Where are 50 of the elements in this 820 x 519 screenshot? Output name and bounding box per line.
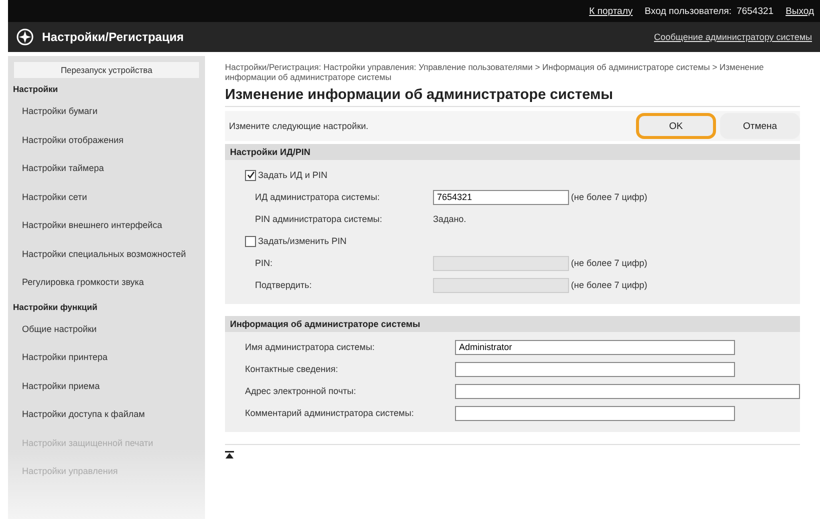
sidebar-item[interactable]: Настройки сети <box>8 184 205 212</box>
field-hint: (не более 7 цифр) <box>571 192 648 202</box>
breadcrumb: Настройки/Регистрация: Настройки управления: Управление пользователями > Информация об администраторе системы > Изменение информации об администраторе системы <box>225 62 765 82</box>
sidebar-item[interactable]: Настройки специальных возможностей <box>8 240 205 269</box>
restart-button[interactable]: Перезапуск устройства <box>14 62 199 78</box>
logo-icon <box>16 28 34 46</box>
sidebar-item[interactable]: Настройки приема <box>8 372 205 401</box>
sidebar-item[interactable]: Регулировка громкости звука <box>8 269 205 298</box>
sidebar-item[interactable]: Настройки принтера <box>8 344 205 372</box>
app-title: Настройки/Регистрация <box>42 30 185 44</box>
admin-message-link[interactable]: Сообщение администратору системы <box>654 32 812 42</box>
cancel-button[interactable]: Отмена <box>720 113 800 140</box>
sidebar-group-title: Настройки функций <box>12 300 98 314</box>
instruction-text: Измените следующие настройки. <box>229 121 368 132</box>
scroll-top-icon[interactable] <box>225 451 234 460</box>
field-label: Контактные сведения: <box>244 364 339 374</box>
ok-button[interactable]: OK <box>636 113 716 140</box>
field-label: Имя администратора системы: <box>244 342 376 352</box>
field-label: Комментарий администратора системы: <box>244 408 415 418</box>
field-hint: (не более 7 цифр) <box>571 280 648 290</box>
sidebar-item[interactable]: Настройки доступа к файлам <box>8 401 205 430</box>
field-label: PIN администратора системы: <box>254 214 384 224</box>
checkbox[interactable] <box>245 170 256 181</box>
sidebar-item[interactable]: Настройки бумаги <box>8 98 205 126</box>
field-label: ИД администратора системы: <box>254 192 381 202</box>
login-label: Вход пользователя: <box>644 6 732 16</box>
field-label: Подтвердить: <box>254 280 313 290</box>
field-label: Адрес электронной почты: <box>244 386 358 396</box>
input-field[interactable] <box>455 362 735 377</box>
section-header: Информация об администраторе системы <box>225 316 800 332</box>
checkbox-label: Задать ИД и PIN <box>258 170 328 180</box>
input-field[interactable]: 7654321 <box>433 190 569 205</box>
sidebar-item[interactable]: Настройки таймера <box>8 155 205 184</box>
input-field[interactable] <box>455 406 735 421</box>
input-field[interactable]: Administrator <box>455 340 735 355</box>
sidebar-item[interactable]: Общие настройки <box>8 316 205 344</box>
sidebar-item[interactable]: Настройки отображения <box>8 126 205 155</box>
input-field[interactable] <box>455 384 800 399</box>
checkbox[interactable] <box>245 236 256 247</box>
checkbox-label: Задать/изменить PIN <box>258 236 346 246</box>
field-hint: (не более 7 цифр) <box>571 258 648 268</box>
portal-link[interactable]: К порталу <box>589 6 633 16</box>
sidebar-group-title: Настройки <box>12 83 59 96</box>
field-label: PIN: <box>254 258 274 268</box>
section-header: Настройки ИД/PIN <box>225 144 800 160</box>
login-user: 7654321 <box>736 6 774 16</box>
sidebar-item[interactable]: Настройки внешнего интерфейса <box>8 212 205 240</box>
page-title: Изменение информации об администраторе системы <box>225 87 800 108</box>
field-value: Задано. <box>433 214 466 224</box>
logout-link[interactable]: Выход <box>786 6 814 16</box>
